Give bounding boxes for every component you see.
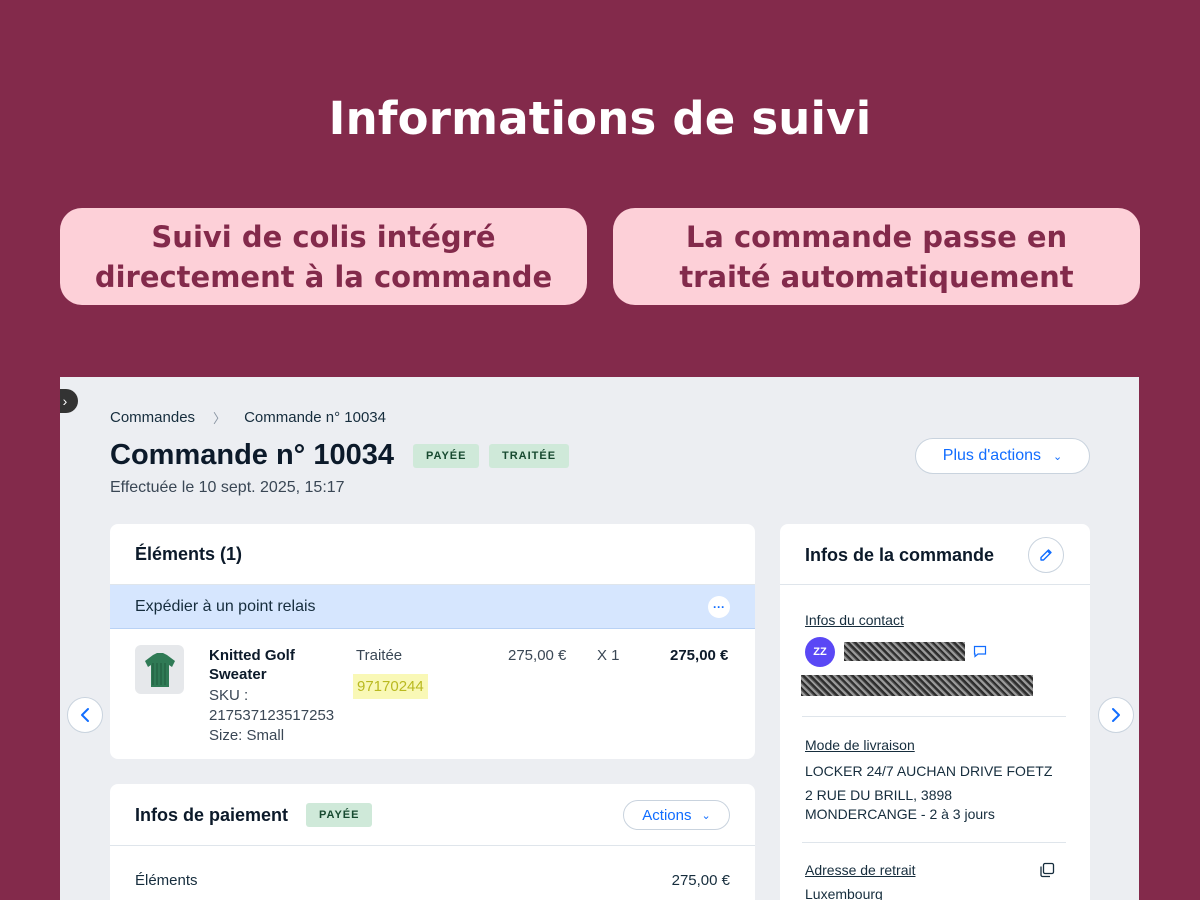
sweater-thumbnail	[135, 645, 184, 694]
more-actions-label: Plus d'actions	[942, 447, 1041, 464]
delivery-line-3: MONDERCANGE - 2 à 3 jours	[805, 806, 995, 822]
feature-pill-status-text: La commande passe en traité automatiquem…	[679, 219, 1074, 294]
feature-pill-tracking: Suivi de colis intégré directement à la …	[60, 208, 587, 305]
item-unit-price: 275,00 €	[508, 647, 567, 664]
redacted-contact-email	[801, 675, 1033, 696]
feature-pill-tracking-text: Suivi de colis intégré directement à la …	[94, 219, 553, 294]
items-card: Éléments (1) Expédier à un point relais …	[110, 524, 755, 759]
copy-icon[interactable]	[1039, 862, 1055, 878]
payment-row: Éléments 275,00 €	[135, 872, 730, 889]
order-info-card: Infos de la commande Infos du contact ZZ…	[780, 524, 1090, 900]
item-quantity: X 1	[597, 647, 620, 664]
previous-order-button[interactable]	[67, 697, 103, 733]
hero-title: Informations de suivi	[328, 92, 872, 145]
chat-icon[interactable]	[973, 645, 987, 658]
status-badge-payment: PAYÉE	[306, 803, 373, 827]
pencil-icon	[1040, 549, 1052, 561]
chevron-right-icon: ›	[62, 393, 68, 409]
payment-card: Infos de paiement PAYÉE Actions ⌄ Élémen…	[110, 784, 755, 900]
order-info-title: Infos de la commande	[805, 545, 995, 565]
arrow-left-icon	[81, 708, 89, 722]
delivery-method-label[interactable]: Mode de livraison	[805, 737, 915, 753]
payment-row-value: 275,00 €	[671, 872, 730, 889]
edit-button[interactable]	[1028, 537, 1064, 573]
more-actions-button[interactable]: Plus d'actions ⌄	[915, 438, 1090, 474]
breadcrumb-current: Commande n° 10034	[244, 409, 386, 426]
breadcrumb-orders-link[interactable]: Commandes	[110, 409, 195, 426]
chevron-right-icon: 〉	[213, 411, 227, 426]
feature-pill-status: La commande passe en traité automatiquem…	[613, 208, 1140, 305]
item-size: Size: Small	[209, 727, 285, 744]
item-status: Traitée	[356, 647, 403, 664]
redacted-contact-name	[844, 642, 965, 661]
order-info-header: Infos de la commande	[780, 524, 1090, 585]
item-name[interactable]: Knitted Golf Sweater	[209, 646, 329, 684]
delivery-line-2: 2 RUE DU BRILL, 3898	[805, 787, 953, 803]
pickup-country: Luxembourg	[805, 886, 883, 900]
contact-info-label[interactable]: Infos du contact	[805, 612, 904, 628]
breadcrumb: Commandes 〉 Commande n° 10034	[110, 408, 386, 427]
item-sku: SKU : 217537123517253	[209, 687, 335, 724]
order-date: Effectuée le 10 sept. 2025, 15:17	[110, 479, 345, 496]
relay-shipping-bar: Expédier à un point relais ···	[110, 585, 755, 629]
status-badge-paid: PAYÉE	[413, 444, 480, 468]
pickup-address-label[interactable]: Adresse de retrait	[805, 862, 916, 878]
arrow-right-icon	[1112, 708, 1120, 722]
divider	[802, 716, 1066, 717]
items-card-title: Éléments (1)	[110, 524, 755, 585]
payment-actions-label: Actions	[642, 806, 692, 824]
payment-actions-button[interactable]: Actions ⌄	[623, 800, 730, 830]
order-page-screenshot: › Commandes 〉 Commande n° 10034 Commande…	[60, 377, 1139, 900]
list-item: Knitted Golf Sweater SKU : 2175371235172…	[110, 629, 755, 757]
avatar: ZZ	[805, 637, 835, 667]
chevron-down-icon: ⌄	[701, 809, 711, 822]
sidebar-toggle[interactable]: ›	[60, 389, 78, 413]
item-details: SKU : 217537123517253 Size: Small	[209, 686, 349, 746]
tracking-number-link[interactable]: 97170244	[353, 674, 428, 699]
next-order-button[interactable]	[1098, 697, 1134, 733]
payment-row-label: Éléments	[135, 872, 198, 889]
status-badge-processed: TRAITÉE	[489, 444, 570, 468]
page-title: Commande n° 10034	[110, 439, 394, 471]
item-total: 275,00 €	[670, 647, 729, 664]
delivery-line-1: LOCKER 24/7 AUCHAN DRIVE FOETZ	[805, 763, 1053, 779]
payment-card-header: Infos de paiement PAYÉE Actions ⌄	[110, 784, 755, 846]
more-dots-icon[interactable]: ···	[708, 595, 730, 618]
payment-card-title: Infos de paiement	[135, 805, 289, 825]
divider	[802, 842, 1066, 843]
relay-shipping-label: Expédier à un point relais	[135, 597, 316, 615]
chevron-down-icon: ⌄	[1053, 450, 1063, 463]
